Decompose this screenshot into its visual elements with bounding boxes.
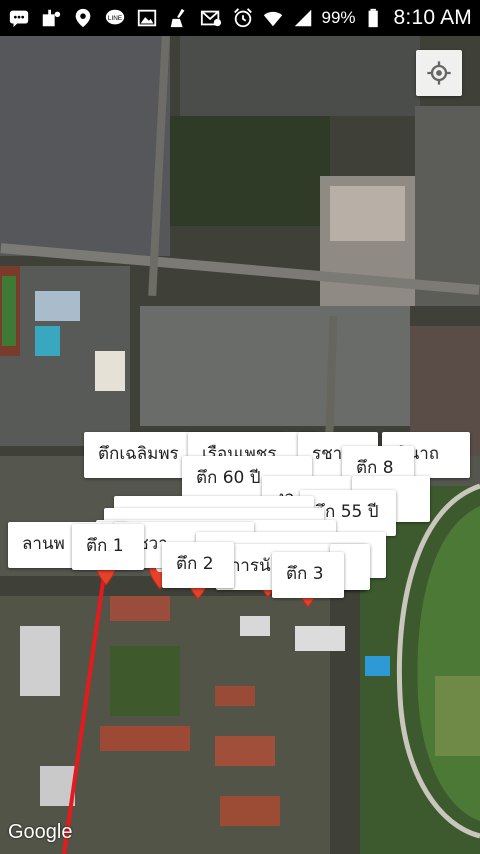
alarm-icon [232, 7, 254, 29]
status-bar: LINE 99% 8:10 AM [0, 0, 480, 36]
gallery-icon [136, 7, 158, 29]
marker-info-label[interactable]: ตึก 2 [162, 542, 234, 588]
my-location-button[interactable] [416, 50, 462, 96]
battery-percent: 99% [321, 8, 356, 27]
my-location-icon [427, 61, 451, 85]
satellite-map[interactable]: ตึกเฉลิมพร เรือนเพชร รชา นินาถ ตึก 8 ตึก… [0, 36, 480, 854]
line-icon: LINE [104, 7, 126, 29]
cleaner-icon [168, 7, 190, 29]
notification-icon [40, 7, 62, 29]
google-attribution: Google [8, 821, 73, 843]
wifi-icon [262, 7, 284, 29]
marker-info-label[interactable]: ตึก 1 [72, 524, 144, 570]
svg-text:LINE: LINE [108, 15, 122, 22]
email-icon [200, 7, 222, 29]
location-icon [72, 7, 94, 29]
chat-icon [8, 7, 30, 29]
marker-info-label[interactable]: ตึก 3 [272, 552, 344, 598]
signal-icon [292, 7, 314, 29]
clock: 8:10 AM [393, 6, 472, 29]
battery-icon [364, 7, 386, 29]
